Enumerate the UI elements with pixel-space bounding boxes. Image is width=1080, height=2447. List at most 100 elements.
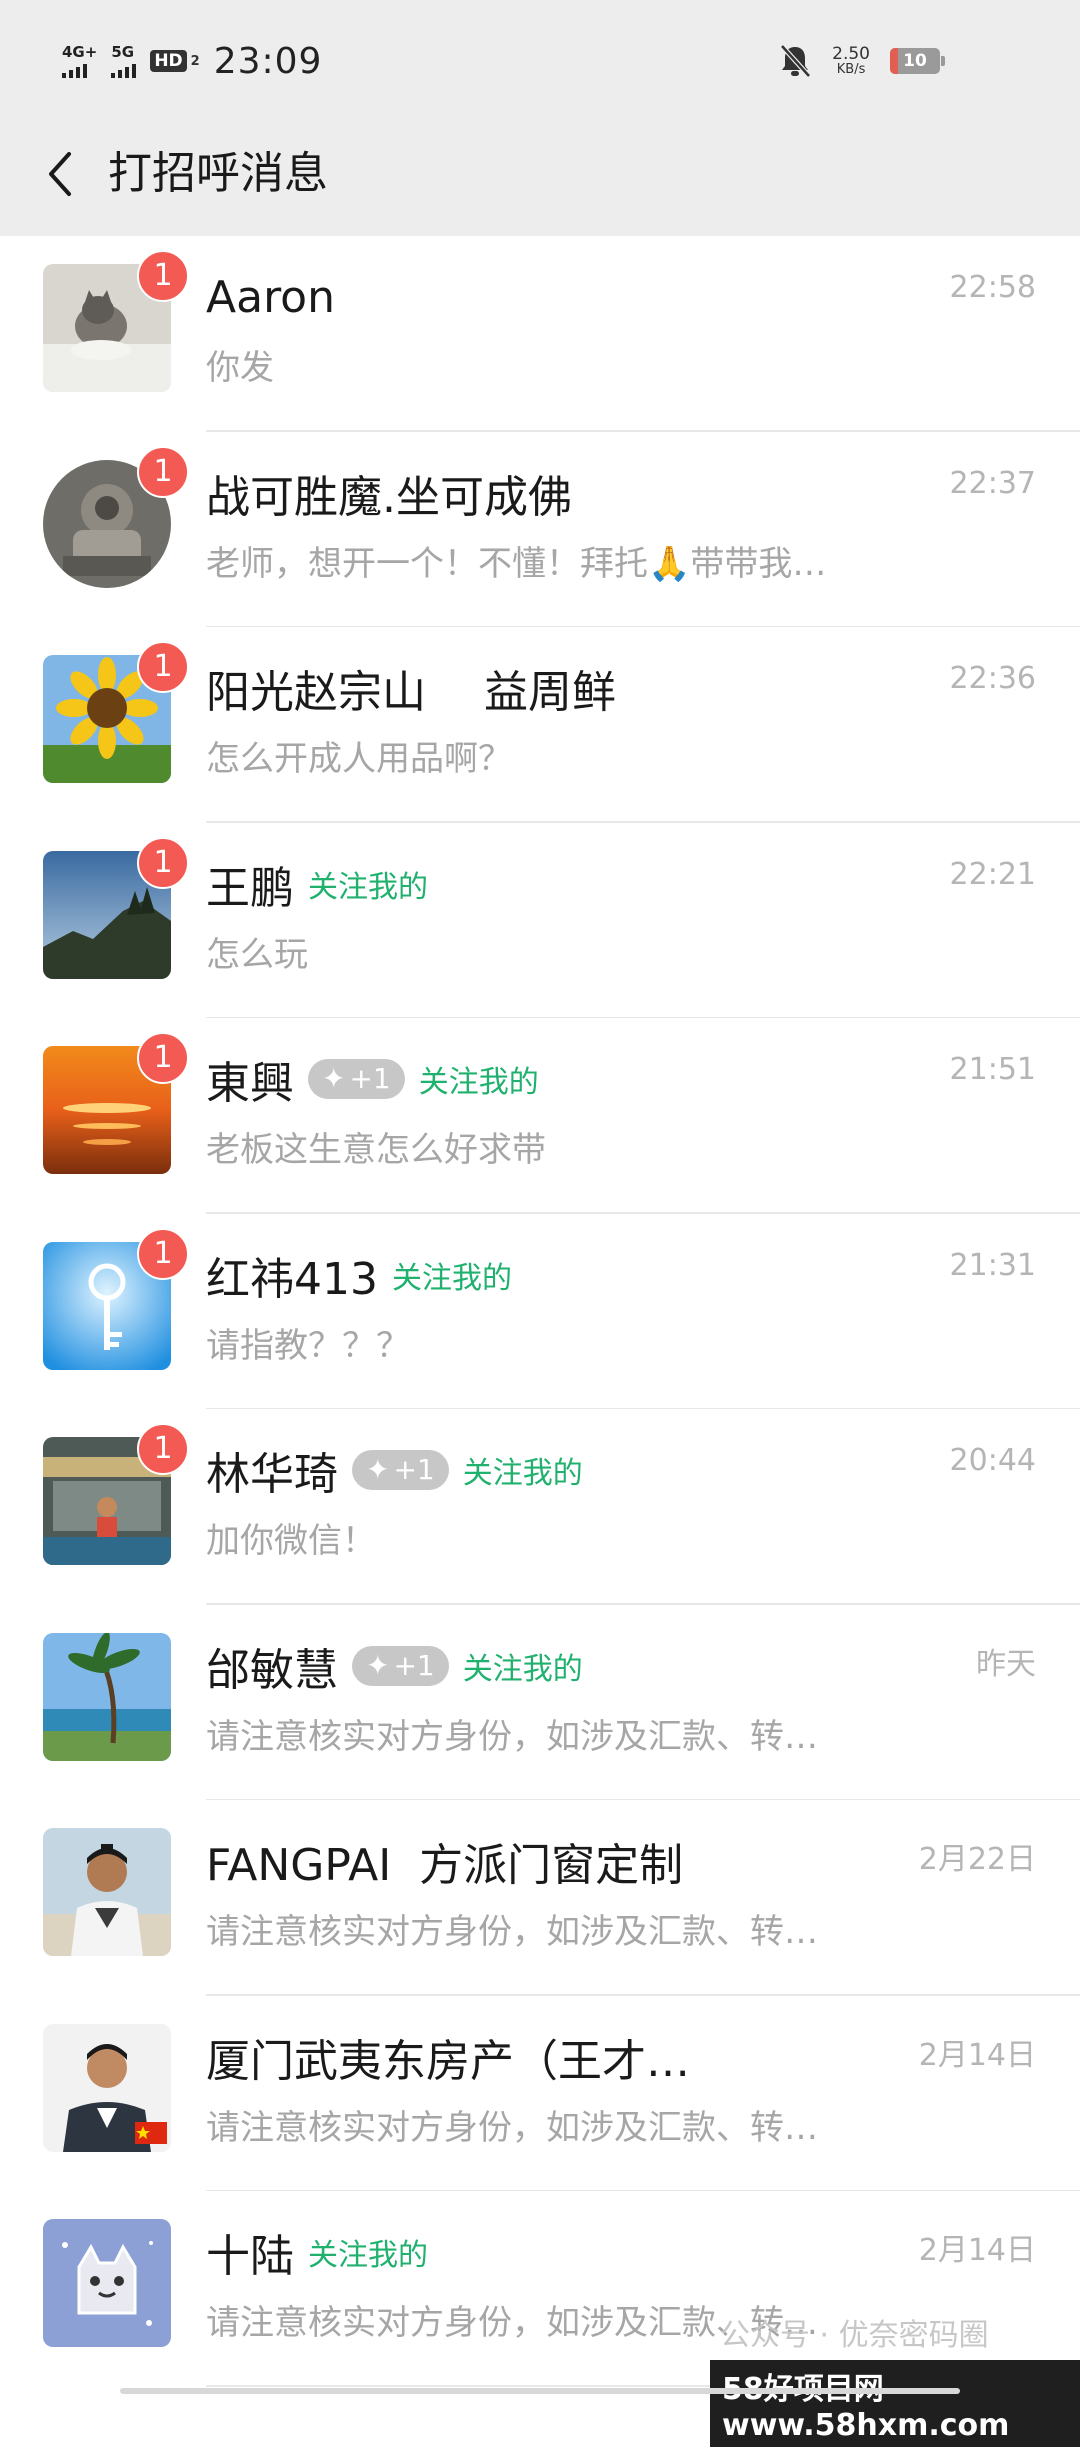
follow-tag: 关注我的: [462, 1651, 583, 1687]
contact-name: 林华琦: [206, 1449, 338, 1500]
network-speed-unit: KB/s: [836, 62, 866, 77]
signal-5g-label: 5G: [111, 42, 135, 61]
plus-one-label: +1: [393, 1648, 435, 1682]
battery-level: 10: [903, 51, 927, 71]
status-bar: 4G+ 5G HD 2 23:09 2.50 KB/s 10: [0, 0, 1080, 120]
list-item[interactable]: 1 阳光赵宗山 益周鲜 怎么开成人用品啊？ 22:36: [0, 627, 1080, 823]
plus-one-pill: ✦ +1: [352, 1645, 449, 1686]
signal-bars-icon: [62, 62, 87, 78]
name-line: 十陆 关注我的: [206, 2219, 428, 2285]
list-item[interactable]: 厦门武夷东房产（王才… 请注意核实对方身份，如涉及汇款、转… 2月14日: [0, 1996, 1080, 2192]
avatar: [43, 2023, 171, 2152]
list-item[interactable]: 1 红祎413 关注我的 请指教？？？ 21:31: [0, 1214, 1080, 1410]
message-list: 1 Aaron 你发 22:58 1 战可胜魔.坐可成佛 老师，想开一个！不懂！…: [0, 236, 1080, 2387]
contact-name: 阳光赵宗山 益周鲜: [206, 667, 616, 718]
top-area: 4G+ 5G HD 2 23:09 2.50 KB/s 10 打招呼消息: [0, 0, 1080, 236]
name-line: 厦门武夷东房产（王才…: [206, 2024, 690, 2090]
unread-badge: 1: [137, 1227, 189, 1280]
signal-bars-icon: [111, 62, 137, 78]
hd-voice-icon: HD: [150, 49, 187, 73]
list-item[interactable]: 1 战可胜魔.坐可成佛 老师，想开一个！不懂！拜托🙏带带我… 22:37: [0, 432, 1080, 628]
nav-header: 打招呼消息: [0, 120, 1080, 236]
unread-badge: 1: [137, 250, 189, 302]
contact-name: 王鹏: [206, 862, 294, 914]
list-item[interactable]: 1 王鹏 关注我的 怎么玩 22:21: [0, 823, 1080, 1019]
back-button[interactable]: [30, 144, 90, 204]
message-preview: 怎么开成人用品啊？: [206, 739, 512, 779]
network-speed: 2.50 KB/s: [832, 44, 870, 77]
message-time: 2月14日: [918, 2233, 1036, 2268]
name-line: 王鹏 关注我的: [206, 851, 428, 917]
plus-one-label: +1: [393, 1453, 435, 1486]
status-left: 4G+ 5G HD 2 23:09: [62, 38, 322, 84]
unread-badge: 1: [137, 836, 189, 889]
contact-name: 战可胜魔.坐可成佛: [206, 471, 572, 523]
message-time: 22:37: [949, 465, 1036, 501]
plus-one-pill: ✦ +1: [308, 1059, 405, 1099]
message-time: 2月22日: [918, 1842, 1036, 1877]
message-time: 22:21: [949, 856, 1036, 892]
unread-badge: 1: [137, 1423, 189, 1475]
page-title: 打招呼消息: [108, 148, 328, 199]
message-preview: 请注意核实对方身份，如涉及汇款、转…: [206, 2107, 818, 2148]
message-preview: 老板这生意怎么好求带: [206, 1130, 546, 1170]
list-item[interactable]: 1 林华琦 ✦ +1 关注我的 加你微信！ 20:44: [0, 1409, 1080, 1605]
message-time: 2月14日: [918, 2037, 1036, 2073]
sparkle-icon: ✦: [366, 1648, 390, 1682]
hd-sim-index: 2: [190, 53, 200, 69]
bell-muted-icon: [780, 44, 811, 78]
list-item[interactable]: FANGPAI 方派门窗定制 请注意核实对方身份，如涉及汇款、转… 2月22日: [0, 1800, 1080, 1996]
unread-badge: 1: [137, 641, 189, 693]
site-watermark: 58好项目网www.58hxm.com: [710, 2360, 1080, 2447]
unread-badge: 1: [137, 445, 189, 498]
plus-one-pill: ✦ +1: [352, 1450, 449, 1490]
contact-name: Aaron: [206, 271, 335, 323]
network-speed-value: 2.50: [832, 44, 870, 64]
message-time: 21:51: [949, 1052, 1036, 1087]
signal-5g: 5G: [111, 42, 137, 78]
follow-tag: 关注我的: [308, 869, 428, 905]
name-line: 林华琦 ✦ +1 关注我的: [206, 1437, 583, 1503]
contact-name: 红祎413: [206, 1253, 378, 1305]
follow-tag: 关注我的: [308, 2238, 428, 2273]
list-item[interactable]: 1 Aaron 你发 22:58: [0, 236, 1080, 432]
battery-icon: 10: [890, 48, 945, 74]
contact-name: 厦门武夷东房产（王才…: [206, 2035, 690, 2087]
name-line: Aaron: [206, 264, 335, 330]
sparkle-icon: ✦: [366, 1453, 390, 1486]
contact-name: 十陆: [206, 2231, 294, 2282]
avatar: [43, 2219, 171, 2347]
list-item[interactable]: 十陆 关注我的 请注意核实对方身份，如涉及汇款、转… 2月14日: [0, 2191, 1080, 2387]
name-line: 邰敏慧 ✦ +1 关注我的: [206, 1633, 583, 1699]
name-line: 战可胜魔.坐可成佛: [206, 460, 572, 526]
follow-tag: 关注我的: [391, 1260, 512, 1296]
name-line: 红祎413 关注我的: [206, 1242, 512, 1308]
follow-tag: 关注我的: [462, 1456, 583, 1491]
name-line: 東興 ✦ +1 关注我的: [206, 1046, 539, 1112]
home-indicator[interactable]: [120, 2388, 960, 2394]
signal-4g-label: 4G+: [62, 42, 98, 61]
message-time: 昨天: [976, 1646, 1036, 1682]
contact-name: FANGPAI 方派门窗定制: [206, 1840, 684, 1891]
message-time: 22:58: [949, 270, 1036, 305]
plus-one-label: +1: [349, 1062, 391, 1095]
message-time: 20:44: [949, 1443, 1036, 1478]
message-preview: 怎么玩: [206, 934, 308, 975]
signal-4g: 4G+: [62, 42, 98, 78]
avatar: [43, 1828, 171, 1956]
status-time: 23:09: [213, 40, 323, 82]
follow-tag: 关注我的: [418, 1065, 539, 1100]
status-right: 2.50 KB/s 10: [778, 38, 945, 84]
message-preview: 请指教？？？: [206, 1325, 410, 1366]
list-item[interactable]: 1 東興 ✦ +1 关注我的 老板这生意怎么好求带 21:51: [0, 1018, 1080, 1214]
watermark: 公众号 · 优奈密码圈: [720, 2318, 989, 2353]
message-preview: 请注意核实对方身份，如涉及汇款、转…: [206, 1912, 818, 1952]
message-preview: 你发: [206, 348, 274, 388]
name-line: FANGPAI 方派门窗定制: [206, 1828, 683, 1894]
unread-badge: 1: [137, 1032, 189, 1084]
chevron-left-icon: [49, 152, 71, 196]
contact-name: 邰敏慧: [206, 1644, 338, 1696]
list-item[interactable]: 邰敏慧 ✦ +1 关注我的 请注意核实对方身份，如涉及汇款、转… 昨天: [0, 1605, 1080, 1801]
message-time: 22:36: [949, 661, 1036, 696]
message-preview: 老师，想开一个！不懂！拜托🙏带带我…: [206, 543, 827, 584]
